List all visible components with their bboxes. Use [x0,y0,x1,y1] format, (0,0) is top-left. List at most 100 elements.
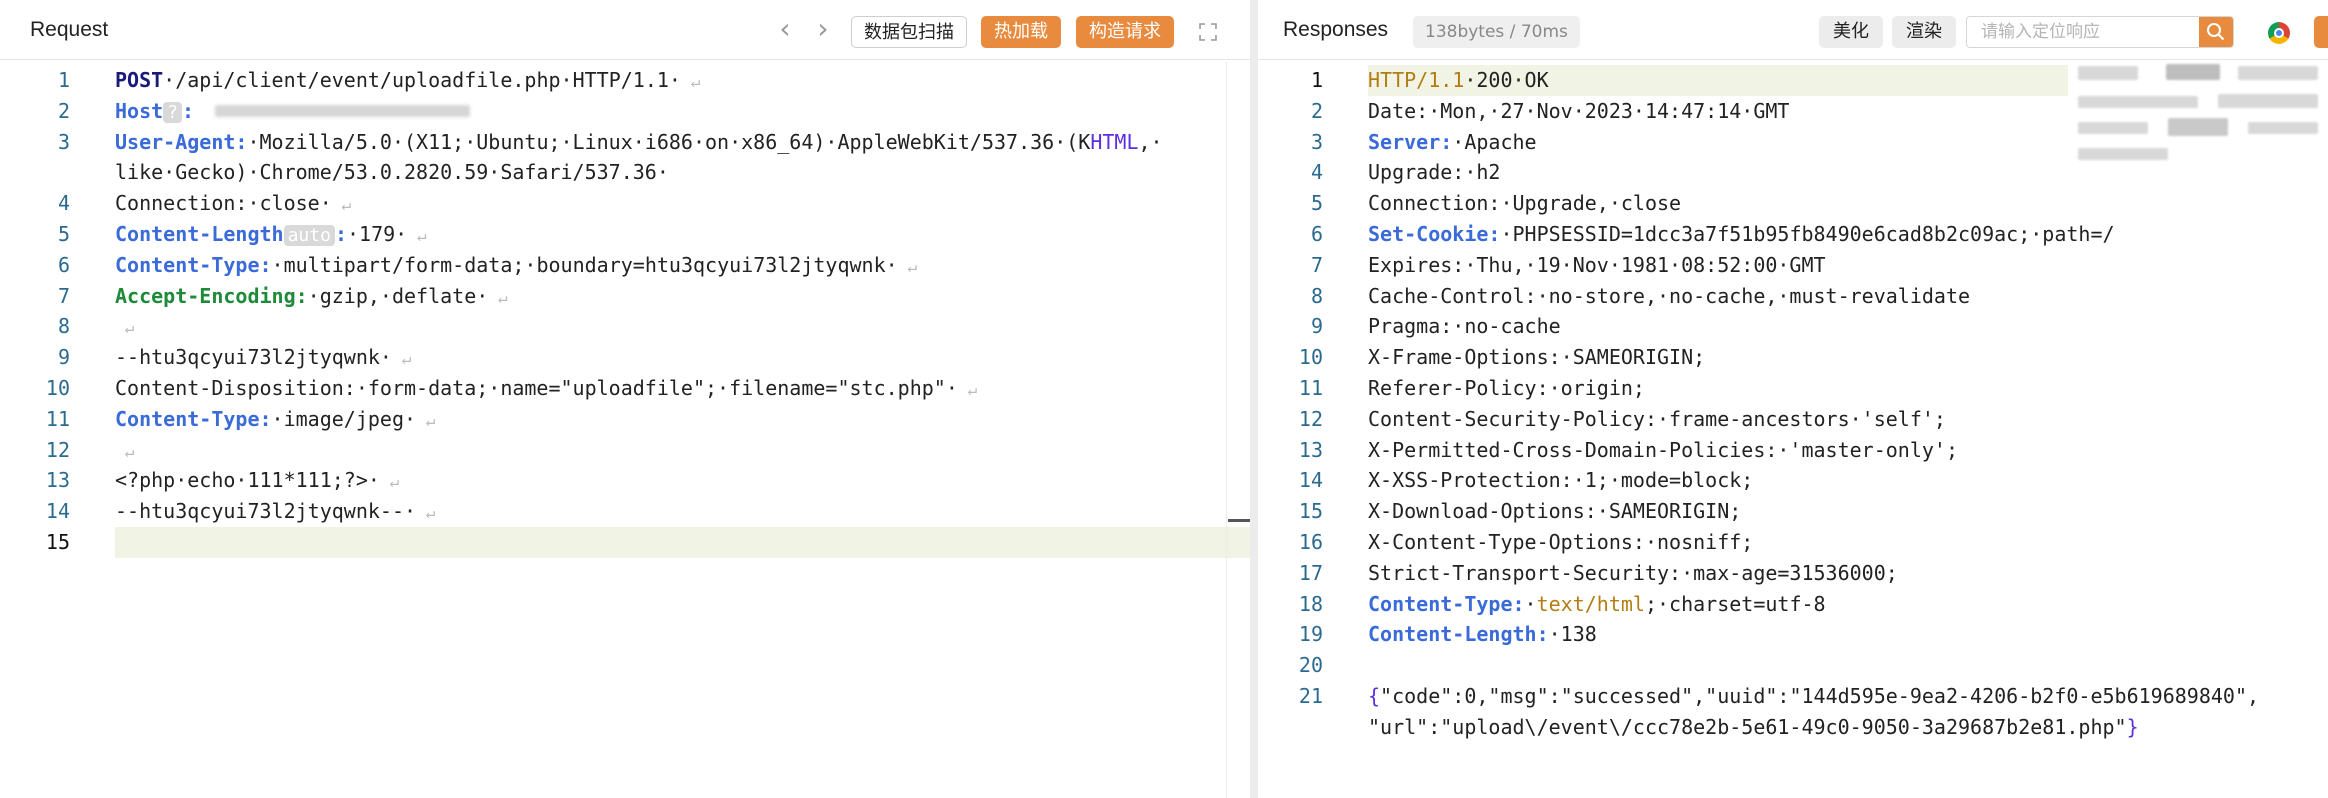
extra-action-button[interactable] [2314,16,2328,48]
return-icon: ↵ [115,318,135,338]
token: ·200·OK [1464,68,1549,92]
chevron-left-icon[interactable]: ‹ [770,14,800,46]
line-text: Connection:·Upgrade,·close [1368,188,1681,219]
line-text: Content-Type:·image/jpeg· ↵ [115,404,435,436]
return-icon: ↵ [331,195,352,215]
code-line: 14 X-XSS-Protection:·1;·mode=block; [1258,465,2328,496]
line-number: 11 [1298,376,1323,400]
render-button[interactable]: 渲染 [1892,16,1956,48]
token: X-Content-Type-Options:·nosniff; [1368,530,1754,554]
scroll-position-marker[interactable] [1228,519,1250,522]
code-line: 9 --htu3qcyui73l2jtyqwnk· ↵ [0,342,1250,373]
line-text: X-Permitted-Cross-Domain-Policies:·'mast… [1368,435,1958,466]
return-icon: ↵ [416,410,436,430]
token: ·/api/client/event/uploadfile.php·HTTP/1… [163,68,681,92]
line-number: 4 [57,191,70,216]
response-search [1966,16,2234,48]
token: Cache-Control:·no-store,·no-cache,·must-… [1368,283,1971,308]
line-number: 5 [1310,191,1323,216]
line-text: --htu3qcyui73l2jtyqwnk--· ↵ [115,496,435,528]
chevron-right-icon[interactable]: › [808,14,838,46]
code-line: "url":"upload\/event\/ccc78e2b-5e61-49c0… [1258,712,2328,743]
line-number: 8 [1310,283,1323,308]
line-text: ↵ [115,311,135,343]
code-line: 15 [0,527,1250,558]
response-viewer[interactable]: 1 HTTP/1.1·200·OK 2 Date:·Mon,·27·Nov·2023·… [1258,62,2328,798]
line-number: 17 [1298,560,1323,585]
token: ·multipart/form-data;·boundary=htu3qcyui… [271,252,898,277]
code-line: 9 Pragma:·no-cache [1258,311,2328,342]
line-number: 2 [1310,98,1323,123]
line-number: 21 [1298,684,1323,708]
token: ;·charset=utf-8 [1644,591,1826,616]
token: ·179· [346,222,408,246]
code-line: 11 Content-Type:·image/jpeg· ↵ [0,404,1250,435]
line-text: X-Download-Options:·SAMEORIGIN; [1368,496,1741,527]
response-size-badge: 138bytes / 70ms [1413,16,1580,48]
code-line: 6 Set-Cookie:·PHPSESSID=1dcc3a7f51b95fb84… [1258,219,2328,250]
token: Content-Length: [1368,622,1549,647]
line-number: 7 [57,283,70,308]
token: Date:·Mon,·27·Nov·2023·14:47:14·GMT [1368,98,1790,123]
line-text: Content-Length auto:·179· ↵ [115,219,426,251]
panel-divider[interactable] [1250,0,1258,798]
token: Content-Length [115,222,284,246]
token: --htu3qcyui73l2jtyqwnk· [115,345,392,370]
code-line: 12 Content-Security-Policy:·frame-ancesto… [1258,404,2328,435]
chrome-browser-icon[interactable] [2268,22,2290,44]
hot-load-button[interactable]: 热加载 [981,16,1061,48]
return-icon: ↵ [407,226,427,245]
token: Server: [1368,129,1453,154]
line-number: 6 [57,252,70,277]
token: · [1524,591,1537,616]
token: Expires:·Thu,·19·Nov·1981·08:52:00·GMT [1368,252,1826,277]
response-search-input[interactable] [1967,17,2203,47]
line-number: 10 [1298,345,1323,370]
build-request-button[interactable]: 构造请求 [1076,16,1174,48]
code-line: 5 Connection:·Upgrade,·close [1258,188,2328,219]
token: Content-Security-Policy:·frame-ancestors… [1368,406,1946,431]
token: Content-Type: [115,406,272,431]
packet-scan-button[interactable]: 数据包扫描 [851,16,967,48]
line-number: 20 [1298,653,1323,678]
return-icon: ↵ [488,287,508,307]
token: POST [115,68,164,92]
line-text: Host?: [115,96,194,128]
line-number: 10 [45,376,70,400]
code-line: 5 Content-Length auto:·179· ↵ [0,219,1250,250]
line-text: Date:·Mon,·27·Nov·2023·14:47:14·GMT [1368,96,1789,127]
search-button[interactable] [2199,17,2233,47]
return-icon: ↵ [680,72,701,91]
response-title: Responses [1283,18,1389,41]
return-icon: ↵ [897,256,917,276]
line-number: 8 [57,314,70,339]
code-line: 12 ↵ [0,435,1250,466]
token: <?php·echo·111*111;?>· [115,468,380,493]
code-line: 6 Content-Type:·multipart/form-data;·boun… [0,250,1250,281]
code-line: 7 Expires:·Thu,·19·Nov·1981·08:52:00·GMT [1258,250,2328,281]
code-line: 20 [1258,650,2328,681]
line-number: 9 [1310,314,1323,339]
token: X-XSS-Protection:·1;·mode=block; [1368,468,1754,493]
request-title: Request [30,18,109,41]
beautify-button[interactable]: 美化 [1819,16,1883,48]
expand-icon[interactable] [1198,22,1218,42]
code-line: 14 --htu3qcyui73l2jtyqwnk--· ↵ [0,496,1250,527]
code-line: 2 Host?: [0,96,1250,127]
request-editor[interactable]: 1 POST·/api/client/event/uploadfile.php·H… [0,62,1250,798]
request-panel: Request ‹ › 数据包扫描 热加载 构造请求 1 POST·/api/cl… [0,0,1250,798]
token: ·Apache [1452,129,1537,154]
line-text: Content-Type:·text/html;·charset=utf-8 [1368,589,1826,620]
line-text: {"code":0,"msg":"successed","uuid":"144d… [1368,681,2259,712]
token: ·gzip,·deflate· [307,283,489,308]
line-text: Strict-Transport-Security:·max-age=31536… [1368,558,1898,589]
token: Referer-Policy:·origin; [1368,376,1645,400]
line-number: 6 [1310,222,1323,246]
line-text: X-Frame-Options:·SAMEORIGIN; [1368,342,1705,373]
token: ,· [1138,129,1163,154]
search-icon [2207,23,2225,41]
line-text: Referer-Policy:·origin; [1368,373,1645,404]
editor-gutter-rule [1226,62,1227,798]
token: Pragma:·no-cache [1368,314,1561,339]
token: Host [115,98,164,123]
